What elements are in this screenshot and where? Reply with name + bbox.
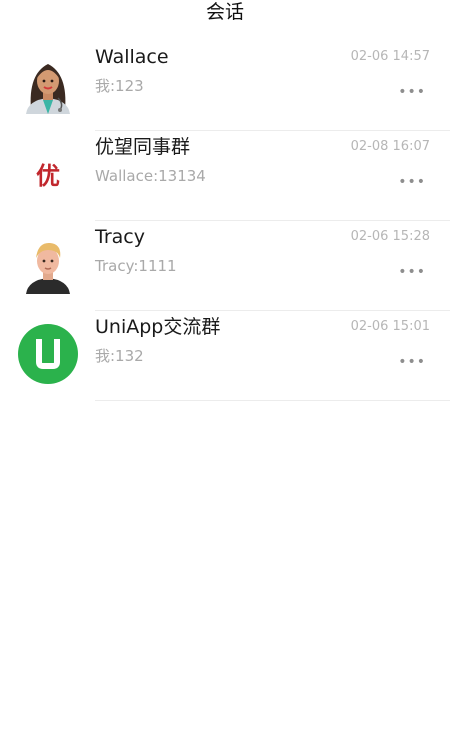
divider — [95, 400, 450, 401]
avatar — [18, 234, 78, 294]
uniapp-logo-icon — [18, 324, 78, 384]
last-message: 我:132 — [95, 347, 144, 365]
last-message: 我:123 — [95, 77, 144, 95]
message-time: 02-08 16:07 — [350, 139, 430, 154]
message-time: 02-06 14:57 — [350, 49, 430, 64]
more-options-icon[interactable]: ••• — [398, 265, 426, 279]
conversation-name: Tracy — [95, 226, 145, 248]
message-time: 02-06 15:28 — [350, 229, 430, 244]
page-header: 会话 — [0, 0, 450, 26]
conversation-name: Wallace — [95, 46, 169, 68]
avatar — [18, 324, 78, 384]
more-options-icon[interactable]: ••• — [398, 85, 426, 99]
conversation-list: Wallace 我:123 02-06 14:57 ••• 优 优望同事群 Wa… — [0, 41, 450, 401]
message-time: 02-06 15:01 — [350, 319, 430, 334]
more-options-icon[interactable]: ••• — [398, 355, 426, 369]
last-message: Tracy:1111 — [95, 257, 177, 275]
avatar: 优 — [18, 144, 78, 204]
conversation-item-tracy[interactable]: Tracy Tracy:1111 02-06 15:28 ••• — [0, 221, 450, 311]
group-logo-icon: 优 — [36, 162, 60, 190]
avatar — [18, 54, 78, 114]
man-avatar-icon — [26, 242, 70, 294]
page-title: 会话 — [205, 1, 244, 23]
conversation-item-uniapp-group[interactable]: UniApp交流群 我:132 02-06 15:01 ••• — [0, 311, 450, 401]
conversation-item-wallace[interactable]: Wallace 我:123 02-06 14:57 ••• — [0, 41, 450, 131]
conversation-item-group-youwang[interactable]: 优 优望同事群 Wallace:13134 02-08 16:07 ••• — [0, 131, 450, 221]
conversation-name: 优望同事群 — [95, 136, 191, 158]
group-logo-text: 优 — [36, 162, 60, 190]
conversation-name: UniApp交流群 — [95, 316, 221, 338]
woman-doctor-avatar-icon — [26, 64, 70, 114]
more-options-icon[interactable]: ••• — [398, 175, 426, 189]
last-message: Wallace:13134 — [95, 167, 206, 185]
